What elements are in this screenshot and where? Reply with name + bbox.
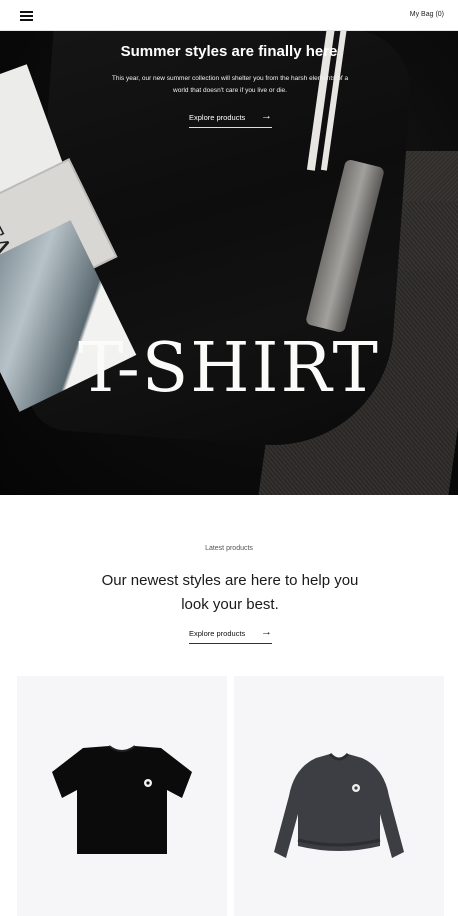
hero-explore-products-label: Explore products (189, 113, 246, 122)
hamburger-menu-icon[interactable] (20, 10, 34, 21)
hero-banner: FASHI Summer styles are finally here Thi… (0, 31, 458, 495)
charcoal-sweatshirt-image (274, 752, 404, 858)
latest-products-label: Latest products (205, 545, 253, 552)
my-bag-link[interactable]: My Bag (0) (410, 11, 444, 18)
arrow-right-icon: → (261, 110, 272, 122)
hero-explore-products-link[interactable]: Explore products → (189, 110, 272, 128)
hero-image-text: T-SHIRT (78, 329, 380, 408)
latest-explore-products-label: Explore products (189, 629, 246, 638)
product-card-charcoal-sweatshirt[interactable] (234, 676, 444, 916)
latest-explore-products-link[interactable]: Explore products → (189, 626, 272, 644)
hero-subtitle: This year, our new summer collection wil… (111, 75, 349, 94)
hero-title: Summer styles are finally here (120, 43, 338, 60)
latest-products-heading: Our newest styles are here to help you l… (101, 572, 359, 613)
black-tshirt-image (52, 745, 192, 854)
arrow-right-icon: → (261, 626, 272, 638)
product-card-black-tshirt[interactable] (17, 676, 227, 916)
top-navigation-bar: My Bag (0) (0, 0, 458, 31)
